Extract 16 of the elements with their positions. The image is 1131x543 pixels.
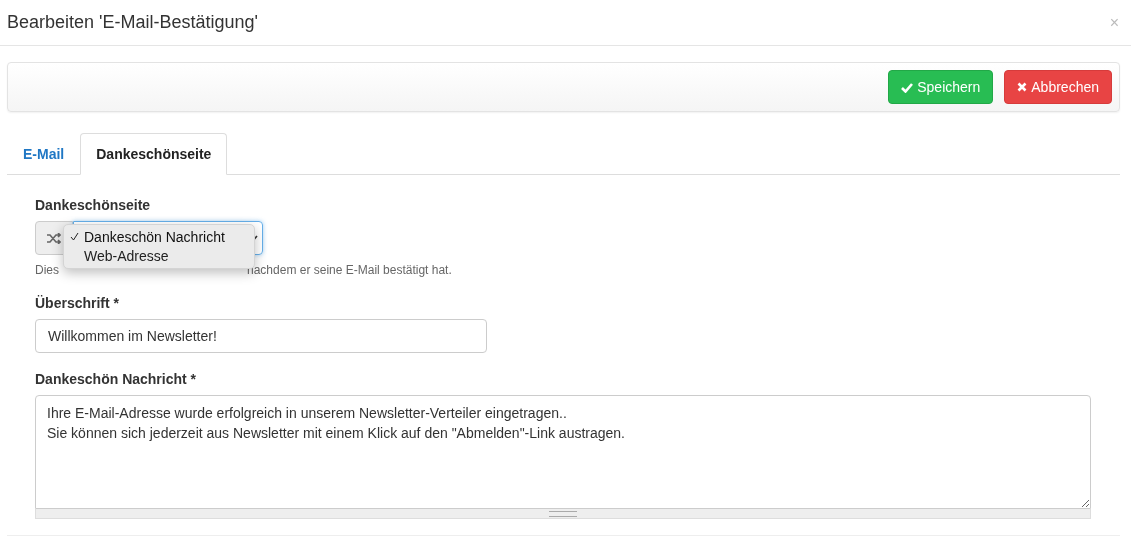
field-label: Überschrift *	[35, 295, 121, 311]
cancel-button[interactable]: Abbrechen	[1004, 70, 1112, 104]
message-field[interactable]: Ihre E-Mail-Adresse wurde erfolgreich in unserem Newsletter-Verteiler eingetragen.. Sie können sich jederzeit aus Newsletter mit einem Klick auf den "Abmelden"-Link austragen.	[35, 395, 1091, 509]
close-icon	[1017, 82, 1028, 92]
window-title: Bearbeiten 'E-Mail-Bestätigung'	[7, 12, 258, 33]
heading-field[interactable]: Willkommen im Newsletter!	[35, 319, 487, 353]
dropdown-option[interactable]: Dankeschön Nachricht	[64, 227, 254, 246]
shuffle-icon	[47, 232, 61, 244]
help-text: Dies	[35, 263, 59, 277]
tab[interactable]: Dankeschönseite	[80, 133, 228, 175]
checkmark-icon	[901, 81, 914, 93]
help-text: nachdem er seine E-Mail bestätigt hat.	[247, 263, 452, 277]
field-label: Dankeschön Nachricht *	[35, 371, 198, 387]
field-label: Dankeschönseite	[35, 197, 152, 213]
tab[interactable]: E-Mail	[7, 133, 81, 175]
dropdown-option[interactable]: Web-Adresse	[64, 246, 254, 265]
